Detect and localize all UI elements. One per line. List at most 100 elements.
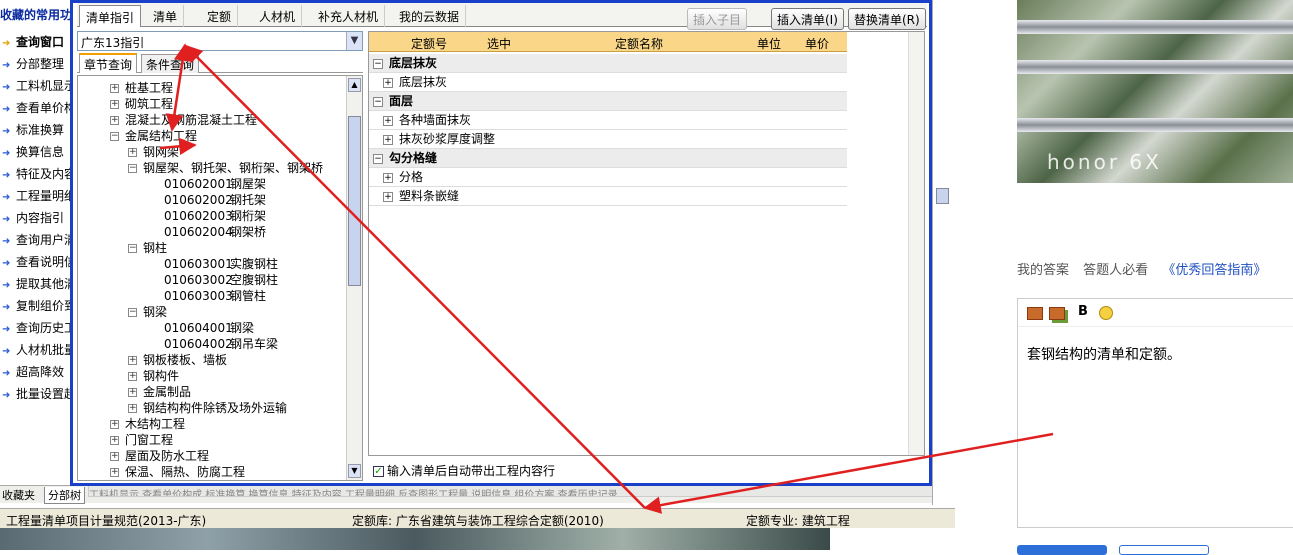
check-icon[interactable]: ✓ <box>373 466 384 477</box>
image-icon[interactable] <box>1027 307 1043 320</box>
expand-icon[interactable]: + <box>110 84 119 93</box>
tree-leaf-item[interactable]: 010602001钢屋架 <box>164 176 266 192</box>
tree-scrollbar[interactable]: ▲ ▼ <box>346 76 362 480</box>
favorite-item[interactable]: ➜ 超高降效 <box>2 363 64 383</box>
col-quota-name[interactable]: 定额名称 <box>529 35 749 52</box>
favorite-item[interactable]: ➜ 查看说明信 <box>2 253 72 273</box>
expand-icon[interactable]: + <box>128 148 137 157</box>
grid-sub-row[interactable]: + 塑料条嵌缝 <box>369 187 847 206</box>
collapse-icon[interactable]: − <box>110 132 119 141</box>
tree-node[interactable]: − 钢梁 <box>128 304 167 320</box>
outer-scroll-thumb[interactable] <box>936 188 949 204</box>
tree-node[interactable]: − 钢柱 <box>128 240 167 256</box>
tree-node[interactable]: + 木结构工程 <box>110 416 185 432</box>
grid-sub-row[interactable]: + 各种墙面抹灰 <box>369 111 847 130</box>
tree-node[interactable]: + 钢构件 <box>128 368 179 384</box>
tree-node[interactable]: + 砌筑工程 <box>110 96 173 112</box>
tree-leaf-item[interactable]: 010602003钢桁架 <box>164 208 266 224</box>
tree-leaf-item[interactable]: 010603003钢管柱 <box>164 288 266 304</box>
tree-node[interactable]: − 金属结构工程 <box>110 128 197 144</box>
tree-node[interactable]: + 钢网架 <box>128 144 179 160</box>
favorite-item[interactable]: ➜ 人材机批量 <box>2 341 72 361</box>
collapse-icon[interactable]: − <box>373 96 383 107</box>
expand-icon[interactable]: + <box>383 172 393 183</box>
tree-node[interactable]: + 金属制品 <box>128 384 191 400</box>
tab-list[interactable]: 清单 <box>147 5 185 27</box>
grid-sub-row[interactable]: + 底层抹灰 <box>369 73 847 92</box>
favorite-item[interactable]: ➜ 标准换算 <box>2 121 64 141</box>
answerer-must-read-link[interactable]: 答题人必看 <box>1083 263 1148 278</box>
tab-supplement-material[interactable]: 补充人材机 <box>312 5 386 27</box>
favorite-item[interactable]: ➜ 换算信息 <box>2 143 64 163</box>
tree-node[interactable]: + 门窗工程 <box>110 432 173 448</box>
tree-node[interactable]: + 屋面及防水工程 <box>110 448 209 464</box>
expand-icon[interactable]: + <box>383 115 393 126</box>
insert-list-button[interactable]: 插入清单(I) <box>771 8 844 30</box>
collapse-icon[interactable]: − <box>128 244 137 253</box>
favorite-item[interactable]: ➜ 复制组价到 <box>2 297 72 317</box>
expand-icon[interactable]: + <box>128 356 137 365</box>
favorite-item[interactable]: ➜ 批量设置超 <box>2 385 72 405</box>
collapse-icon[interactable]: − <box>128 308 137 317</box>
expand-icon[interactable]: + <box>383 77 393 88</box>
favorite-item[interactable]: ➜ 提取其他清 <box>2 275 72 295</box>
expand-icon[interactable]: + <box>383 191 393 202</box>
expand-icon[interactable]: + <box>110 420 119 429</box>
tree-leaf-item[interactable]: 010604001钢梁 <box>164 320 254 336</box>
grid-sub-row[interactable]: + 抹灰砂浆厚度调整 <box>369 130 847 149</box>
my-answer-link[interactable]: 我的答案 <box>1017 263 1069 278</box>
submit-button[interactable] <box>1017 545 1107 555</box>
tree-leaf-item[interactable]: 010602004钢架桥 <box>164 224 266 240</box>
expand-icon[interactable]: + <box>383 134 393 145</box>
guide-library-select[interactable]: 广东13指引 ▼ <box>77 31 363 51</box>
tab-list-guide[interactable]: 清单指引 <box>79 5 142 27</box>
scroll-down-icon[interactable]: ▼ <box>348 464 361 478</box>
tree-node[interactable]: + 钢板楼板、墙板 <box>128 352 227 368</box>
col-unit[interactable]: 单位 <box>749 35 789 52</box>
outer-scrollbar[interactable] <box>932 0 952 505</box>
collapse-icon[interactable]: − <box>373 153 383 164</box>
expand-icon[interactable]: + <box>128 372 137 381</box>
favorite-item[interactable]: ➜ 工程量明细 <box>2 187 72 207</box>
grid-group-row[interactable]: − 勾分格缝 <box>369 149 847 168</box>
tab-condition-query[interactable]: 条件查询 <box>141 54 200 73</box>
favorite-item[interactable]: ➜ 查询用户清 <box>2 231 72 251</box>
secondary-button[interactable] <box>1119 545 1209 555</box>
collapse-icon[interactable]: − <box>373 58 383 69</box>
col-quota-no[interactable]: 定额号 <box>389 35 469 52</box>
grid-group-row[interactable]: − 底层抹灰 <box>369 54 847 73</box>
expand-icon[interactable]: + <box>110 100 119 109</box>
collapse-icon[interactable]: − <box>128 164 137 173</box>
favorite-item[interactable]: ➜ 特征及内容 <box>2 165 72 185</box>
tree-node[interactable]: − 钢屋架、钢托架、钢桁架、钢架桥 <box>128 160 323 176</box>
replace-list-button[interactable]: 替换清单(R) <box>848 8 926 30</box>
tree-node[interactable]: + 混凝土及钢筋混凝土工程 <box>110 112 257 128</box>
answer-editor[interactable]: B 套钢结构的清单和定额。 <box>1017 298 1293 528</box>
emoji-icon[interactable] <box>1099 306 1113 320</box>
favorite-item[interactable]: ➜ 查询历史工 <box>2 319 72 339</box>
expand-icon[interactable]: + <box>110 436 119 445</box>
expand-icon[interactable]: + <box>128 404 137 413</box>
expand-icon[interactable]: + <box>110 468 119 477</box>
tree-node[interactable]: + 保温、隔热、防腐工程 <box>110 464 245 480</box>
tab-favorites[interactable]: 收藏夹 <box>2 487 35 503</box>
tree-leaf-item[interactable]: 010603001实腹钢柱 <box>164 256 278 272</box>
answer-guide-link[interactable]: 《优秀回答指南》 <box>1162 263 1266 278</box>
auto-content-checkbox[interactable]: ✓ 输入清单后自动带出工程内容行 <box>373 462 555 479</box>
scroll-thumb[interactable] <box>348 116 361 286</box>
tree-leaf-item[interactable]: 010602002钢托架 <box>164 192 266 208</box>
expand-icon[interactable]: + <box>110 452 119 461</box>
chevron-down-icon[interactable]: ▼ <box>346 32 362 50</box>
bold-icon[interactable]: B <box>1078 304 1088 319</box>
insert-child-button[interactable]: 插入子目 <box>687 8 748 30</box>
favorite-item[interactable]: ➜ 内容指引 <box>2 209 64 229</box>
tree-leaf-item[interactable]: 010604002钢吊车梁 <box>164 336 278 352</box>
expand-icon[interactable]: + <box>110 116 119 125</box>
tab-division-tree[interactable]: 分部树 <box>44 487 85 504</box>
tree-node[interactable]: + 钢结构构件除锈及场外运输 <box>128 400 287 416</box>
tab-labor-material[interactable]: 人材机 <box>253 5 303 27</box>
grid-sub-row[interactable]: + 分格 <box>369 168 847 187</box>
col-selected[interactable]: 选中 <box>469 35 529 52</box>
tab-chapter-query[interactable]: 章节查询 <box>79 53 138 73</box>
grid-scrollbar[interactable] <box>908 32 924 455</box>
